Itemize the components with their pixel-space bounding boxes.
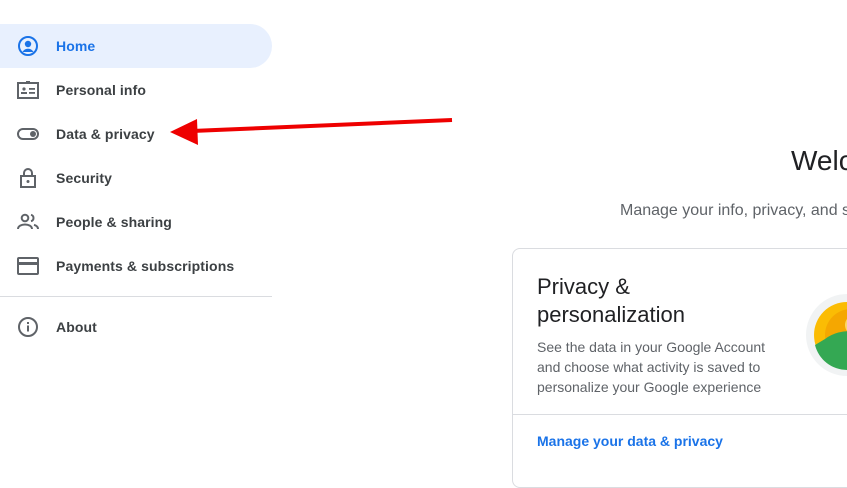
annotation-arrow-icon bbox=[170, 118, 453, 145]
